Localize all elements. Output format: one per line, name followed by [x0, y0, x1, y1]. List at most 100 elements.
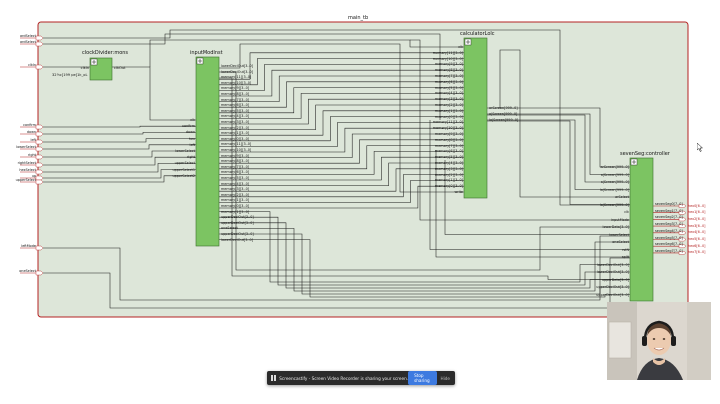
seven-seg-in-12: split [621, 255, 629, 259]
left-port-3[interactable]: confirm [4, 123, 36, 127]
seven-seg-in-0: arScreen[999..0] [600, 165, 629, 169]
left-port-11[interactable]: upperSelect [4, 178, 36, 182]
right-port-4[interactable]: hex4[6..0] [688, 230, 705, 234]
hide-button[interactable]: Hide [440, 376, 450, 381]
input-controller-out-31: lowerDeciOut[3..0] [221, 237, 254, 242]
seven-seg-in-13: lowerDeciOut[3..0] [596, 262, 629, 267]
input-controller-in-3: hex [188, 136, 195, 141]
input-controller-out-14: memory[11][3..0] [221, 142, 252, 147]
left-port-7[interactable]: right [4, 153, 36, 157]
calculator-in-10: memory[2][3..0] [434, 103, 463, 107]
seven-seg-in-9: lowerSelect [609, 232, 629, 237]
input-controller-title: inputModInst [190, 50, 223, 56]
calculator-in-3: memory[9][3..0] [434, 62, 463, 67]
calculator-in-15: memory[9][3..0] [434, 132, 463, 136]
calculator-in-16: memory[8][3..0] [434, 137, 463, 142]
input-controller-in-6: right [187, 155, 195, 160]
seven-seg-block[interactable] [629, 157, 654, 302]
seven-seg-out-4: sevenSeg4[7..0] [655, 228, 683, 233]
right-port-5[interactable]: hex5[6..0] [688, 237, 705, 241]
input-controller-in-1: confirm [182, 124, 195, 129]
input-controller-out-5: memory[8][3..0] [221, 92, 250, 96]
calculator-in-23: memory[1][3..0] [434, 178, 463, 183]
calculator-in-11: memory[1][3..0] [434, 108, 463, 113]
left-port-12[interactable]: leftMode [4, 244, 36, 248]
right-port-1[interactable]: hex1[6..0] [688, 210, 705, 214]
input-controller-block[interactable] [195, 56, 220, 247]
seven-seg-out-6: sevenSeg6[7..0] [655, 242, 683, 247]
input-controller-out-8: memory[5][3..0] [221, 108, 250, 113]
input-controller-in-4: left [189, 142, 196, 147]
clock-divider-in-label: clkIn [80, 66, 89, 70]
left-port-6[interactable]: lowerSelect [4, 145, 36, 149]
input-controller-in-9: upperSelect2 [172, 173, 195, 178]
calculator-in-1: memory[11][3..0] [432, 50, 463, 55]
calculator-out-0: arScreen[999..0] [489, 106, 518, 110]
seven-seg-in-1: a|Screen[999..0] [600, 172, 629, 177]
clock-divider-out-label: clkOut [114, 66, 126, 70]
left-port-0[interactable]: ardSelect [4, 34, 36, 38]
clock-divider-title: clockDivider:mons [82, 50, 129, 56]
input-controller-out-18: memory[7][3..0] [221, 164, 250, 169]
seven-seg-in-10: oneSelect [612, 240, 629, 244]
clock-divider-block[interactable] [89, 57, 113, 81]
calculator-in-13: memory[11][3..0] [432, 120, 463, 125]
input-controller-in-2: down [185, 130, 195, 135]
calculator-in-24: memory[0][3..0] [434, 184, 463, 189]
input-controller-out-10: memory[3][3..0] [221, 120, 250, 124]
seven-seg-in-16: upperDeciOut[3..0] [596, 285, 629, 289]
calculator-in-21: memory[3][3..0] [434, 166, 463, 171]
left-port-8[interactable]: rightSelect [4, 161, 36, 165]
top-module-title: main_tb [348, 15, 369, 21]
input-controller-out-17: memory[8][3..0] [221, 159, 250, 164]
calculator-title: calculatorLolc [460, 31, 495, 37]
input-controller-out-2: memory[11][3..0] [221, 75, 252, 80]
calculator-in-12: memory[0][3..0] [434, 114, 463, 119]
right-port-0[interactable]: hex0[6..0] [688, 204, 705, 208]
calculator-in-2: memory[10][3..0] [432, 56, 463, 61]
calculator-in-7: memory[5][3..0] [434, 85, 463, 90]
input-controller-out-3: memory[10][3..0] [221, 80, 252, 85]
screen-share-bar: Screencastify - Screen Video Recorder is… [267, 371, 455, 385]
stop-sharing-button[interactable]: Stop sharing [408, 371, 438, 385]
right-port-2[interactable]: hex2[6..0] [688, 217, 705, 221]
seven-seg-in-5: la|Screen[999..0] [599, 202, 629, 207]
mouse-cursor-icon [697, 143, 703, 152]
seven-seg-out-1: sevenSeg1[7..0] [655, 208, 683, 213]
module-frame [37, 21, 689, 318]
right-port-3[interactable]: hex3[6..0] [688, 224, 705, 228]
seven-seg-out-2: sevenSeg2[7..0] [655, 215, 683, 220]
input-controller-out-24: memory[1][3..0] [221, 198, 250, 203]
calculator-in-20: memory[4][3..0] [434, 161, 463, 165]
seven-seg-in-11: rstN [621, 247, 629, 252]
right-port-7[interactable]: hex7[6..0] [688, 250, 705, 254]
input-controller-in-0: clk [190, 118, 195, 122]
left-port-2[interactable]: clkIn [4, 63, 36, 67]
left-port-5[interactable]: left [4, 138, 37, 142]
input-controller-out-12: memory[1][3..0] [221, 131, 250, 136]
input-controller-out-22: memory[3][3..0] [221, 187, 250, 192]
right-port-6[interactable]: hex6[6..0] [688, 244, 705, 248]
left-port-13[interactable]: oneSelect [4, 269, 36, 273]
left-port-9[interactable]: hexSelect [4, 168, 36, 172]
calculator-in-0: clk [458, 45, 463, 49]
calculator-in-17: memory[7][3..0] [434, 143, 463, 148]
left-port-1[interactable]: ardSelect [4, 40, 36, 44]
input-controller-out-6: memory[7][3..0] [221, 97, 250, 102]
input-controller-out-29: oneSelect [221, 226, 238, 231]
calculator-in-9: memory[3][3..0] [434, 97, 463, 102]
calculator-in-4: memory[8][3..0] [434, 68, 463, 73]
seven-seg-out-7: sevenSeg7[7..0] [655, 248, 683, 253]
calculator-in-5: memory[7][3..0] [434, 74, 463, 78]
clock-divider-param: 32'hc[199 pe]1k_oL [52, 73, 88, 77]
input-controller-out-27: upperDeciOut[3..0] [221, 215, 254, 220]
seven-seg-in-15: upperData[3..0] [601, 277, 629, 282]
pause-icon[interactable] [271, 374, 277, 382]
seven-seg-in-14: lowerDeciOut[3..0] [596, 270, 629, 274]
input-controller-out-23: memory[2][3..0] [221, 192, 250, 197]
left-port-4[interactable]: down [4, 130, 36, 134]
input-controller-out-11: memory[2][3..0] [221, 125, 250, 130]
calculator-block[interactable] [463, 37, 488, 199]
input-controller-out-15: memory[10][3..0] [221, 148, 252, 152]
input-controller-in-7: upperSelect [174, 161, 195, 166]
